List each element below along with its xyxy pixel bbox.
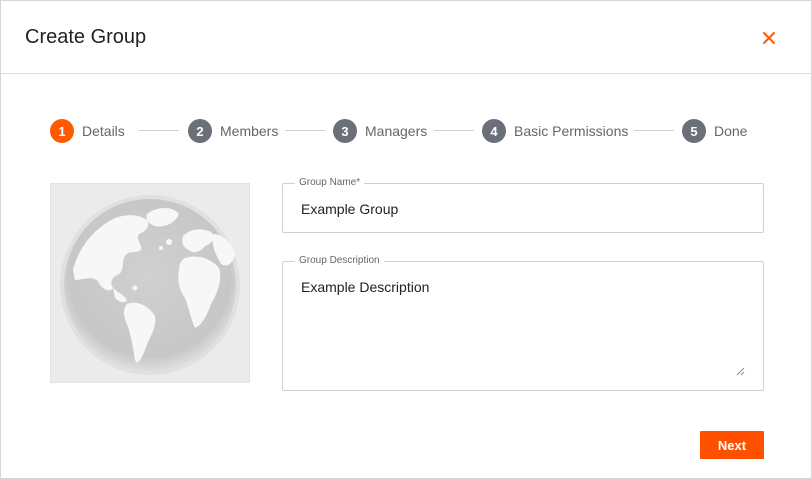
close-icon[interactable] <box>759 28 779 48</box>
dialog-title: Create Group <box>25 26 147 48</box>
group-name-input[interactable]: Example Group <box>301 201 398 217</box>
step-label: Done <box>714 123 748 139</box>
step-number: 4 <box>482 119 506 143</box>
step-label: Details <box>82 123 125 139</box>
step-connector <box>634 130 674 131</box>
step-details[interactable]: 1 Details <box>50 118 125 144</box>
group-name-label: Group Name* <box>295 177 365 189</box>
step-members[interactable]: 2 Members <box>188 118 278 144</box>
step-connector <box>139 130 179 131</box>
step-connector <box>434 130 474 131</box>
group-image[interactable] <box>50 183 250 383</box>
step-label: Members <box>220 123 279 139</box>
step-number: 5 <box>682 119 706 143</box>
group-description-textarea[interactable]: Example Description <box>301 279 429 295</box>
step-done[interactable]: 5 Done <box>682 118 747 144</box>
step-number: 1 <box>50 119 74 143</box>
group-description-label: Group Description <box>295 255 384 267</box>
step-number: 3 <box>333 119 357 143</box>
step-label: Managers <box>365 123 428 139</box>
step-managers[interactable]: 3 Managers <box>333 118 427 144</box>
create-group-dialog: Create Group 1 Details 2 Members 3 Manag… <box>0 0 812 479</box>
group-name-field[interactable]: Group Name* Example Group <box>282 177 764 233</box>
step-basic-permissions[interactable]: 4 Basic Permissions <box>482 118 628 144</box>
step-connector <box>285 130 325 131</box>
dialog-header: Create Group <box>1 1 811 74</box>
step-label: Basic Permissions <box>514 123 629 139</box>
group-description-field[interactable]: Group Description Example Description <box>282 255 764 391</box>
globe-icon <box>60 195 240 375</box>
resize-grip-icon[interactable] <box>735 366 745 376</box>
next-button[interactable]: Next <box>700 431 764 459</box>
step-number: 2 <box>188 119 212 143</box>
